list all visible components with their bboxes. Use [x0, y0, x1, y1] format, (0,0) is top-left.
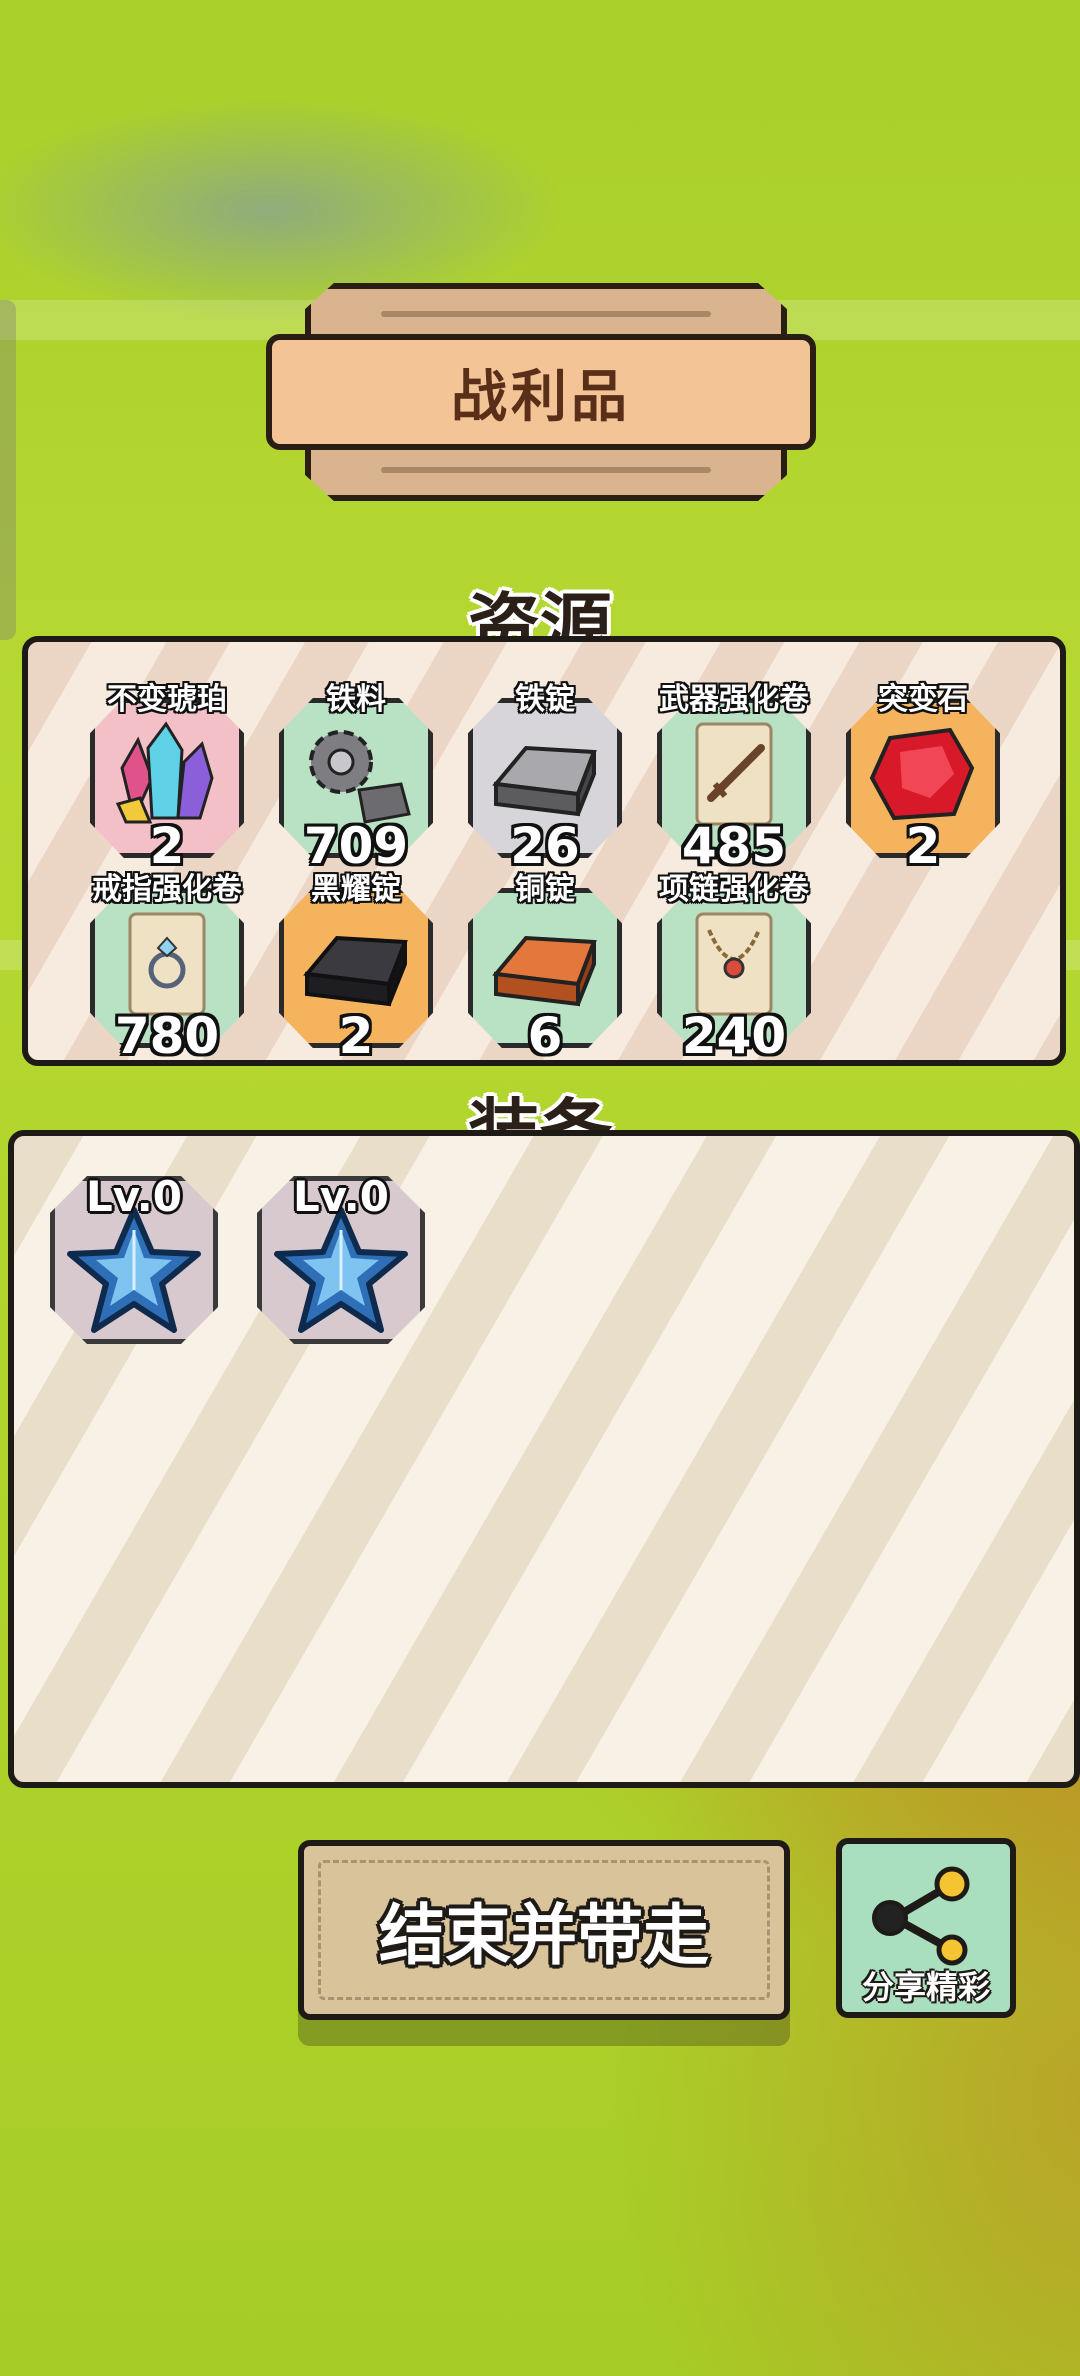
- obsidian-ingot-icon: [303, 935, 408, 1007]
- resource-item[interactable]: 戒指强化卷 780: [82, 868, 252, 1060]
- resource-item[interactable]: 铜锭 6: [460, 868, 630, 1060]
- resource-item[interactable]: 项链强化卷 240: [649, 868, 819, 1060]
- resource-name: 铜锭: [515, 872, 575, 907]
- share-icon: [872, 1866, 970, 1966]
- resource-item[interactable]: 不变琥珀 2: [82, 678, 252, 875]
- equipment-item[interactable]: Lv.0: [50, 1172, 218, 1344]
- resource-item[interactable]: 突变石 2: [838, 678, 1008, 875]
- resource-name: 戒指强化卷: [92, 872, 242, 907]
- iron-ingot-icon: [492, 745, 597, 817]
- equipment-panel: Lv.0 Lv.0: [8, 1130, 1080, 1788]
- amber-crystal-icon: [115, 721, 214, 824]
- resource-count: 2: [338, 1007, 374, 1065]
- resource-name: 武器强化卷: [659, 682, 809, 717]
- blue-star-icon: [274, 1207, 408, 1333]
- blue-star-icon: [67, 1207, 201, 1333]
- resources-panel: 不变琥珀 2 铁料 709 铁锭 26 武器强化卷 485 突变石 2 戒指强化…: [22, 636, 1066, 1066]
- equipment-item[interactable]: Lv.0: [257, 1172, 425, 1344]
- resource-name: 铁料: [326, 682, 386, 717]
- title-banner: 战利品: [266, 334, 816, 450]
- share-label: 分享精彩: [861, 1968, 990, 2006]
- resource-name: 铁锭: [515, 682, 575, 717]
- necklace-scroll-icon: [695, 912, 773, 1016]
- resource-item[interactable]: 铁锭 26: [460, 678, 630, 875]
- resource-name: 突变石: [878, 682, 968, 717]
- end-and-take-label: 结束并带走: [379, 1897, 709, 1974]
- resource-count: 780: [114, 1007, 220, 1065]
- page-title: 战利品: [451, 364, 631, 430]
- weapon-scroll-icon: [695, 722, 773, 826]
- iron-gear-icon: [309, 730, 411, 824]
- copper-ingot-icon: [492, 935, 597, 1007]
- ring-scroll-icon: [128, 912, 206, 1016]
- resource-count: 240: [681, 1007, 787, 1065]
- resource-count: 2: [905, 817, 941, 875]
- resource-name: 黑耀锭: [311, 872, 401, 907]
- resource-item[interactable]: 黑耀锭 2: [271, 868, 441, 1060]
- resource-name: 不变琥珀: [107, 682, 227, 717]
- end-and-take-button[interactable]: 结束并带走: [298, 1840, 790, 2020]
- share-button[interactable]: 分享精彩: [836, 1838, 1016, 2018]
- resource-item[interactable]: 武器强化卷 485: [649, 678, 819, 875]
- equipment-level: Lv.0: [293, 1172, 389, 1221]
- resource-item[interactable]: 铁料 709: [271, 678, 441, 875]
- resource-name: 项链强化卷: [659, 872, 809, 907]
- resource-count: 6: [527, 1007, 563, 1065]
- mutation-stone-icon: [869, 727, 975, 821]
- equipment-level: Lv.0: [86, 1172, 182, 1221]
